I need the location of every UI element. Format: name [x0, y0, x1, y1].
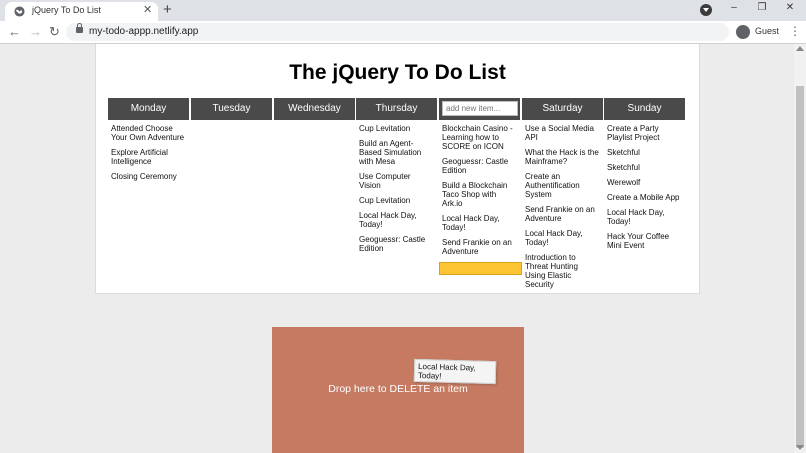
delete-zone-label: Drop here to DELETE an item [328, 383, 468, 395]
day-list [191, 120, 273, 124]
day-list [274, 120, 356, 124]
todo-item[interactable]: Cup Levitation [359, 196, 436, 205]
minimize-button[interactable]: – [724, 2, 744, 13]
todo-item[interactable]: Sketchful [607, 148, 684, 157]
day-column-saturday: Saturday Use a Social Media API What the … [522, 98, 604, 295]
todo-item[interactable]: Werewolf [607, 178, 684, 187]
todo-item[interactable]: Explore Artificial Intelligence [111, 148, 188, 166]
todo-item[interactable]: Introduction to Threat Hunting Using Ela… [525, 253, 602, 289]
delete-drop-zone[interactable]: Drop here to DELETE an item [272, 327, 524, 453]
day-list: Attended Choose Your Own Adventure Explor… [108, 120, 190, 181]
profile-label: Guest [755, 26, 780, 36]
day-column-sunday: Sunday Create a Party Playlist Project Sk… [604, 98, 686, 256]
todo-item[interactable]: Create a Mobile App [607, 193, 684, 202]
todo-item[interactable]: Closing Ceremony [111, 172, 188, 181]
restore-button[interactable]: ❐ [752, 2, 772, 13]
day-list: Cup Levitation Build an Agent-Based Simul… [356, 120, 438, 253]
dragging-todo-item[interactable]: Local Hack Day, Today! [413, 358, 497, 385]
day-header: Saturday [522, 98, 604, 120]
todo-item[interactable]: Send Frankie on an Adventure [525, 205, 602, 223]
todo-item[interactable]: Cup Levitation [359, 124, 436, 133]
todo-item[interactable]: Geoguessr: Castle Edition [359, 235, 436, 253]
todo-item[interactable]: Local Hack Day, Today! [442, 214, 519, 232]
todo-item[interactable]: Local Hack Day, Today! [525, 229, 602, 247]
address-bar[interactable]: my-todo-appp.netlify.app [66, 23, 729, 41]
new-tab-button[interactable]: + [163, 1, 172, 19]
vertical-scrollbar[interactable] [794, 44, 806, 453]
day-column-tuesday: Tuesday [191, 98, 273, 124]
todo-item[interactable]: Use a Social Media API [525, 124, 602, 142]
todo-item[interactable]: Local Hack Day, Today! [607, 208, 684, 226]
todo-item[interactable]: Geoguessr: Castle Edition [442, 157, 519, 175]
day-column-thursday: Thursday Cup Levitation Build an Agent-Ba… [356, 98, 438, 259]
forward-icon[interactable]: → [29, 24, 42, 39]
todo-item[interactable]: Hack Your Coffee Mini Event [607, 232, 684, 250]
browser-toolbar: ← → ↻ my-todo-appp.netlify.app Guest ⋮ [0, 21, 806, 44]
url-text: my-todo-appp.netlify.app [89, 26, 199, 37]
day-list: Use a Social Media API What the Hack is t… [522, 120, 604, 289]
todo-item[interactable]: Build a Blockchain Taco Shop with Ark.io [442, 181, 519, 208]
add-item-input[interactable] [442, 101, 518, 116]
scroll-down-icon[interactable] [796, 445, 804, 450]
day-header: Tuesday [191, 98, 273, 120]
window-close-button[interactable]: ✕ [780, 2, 800, 13]
page-viewport: The jQuery To Do List Monday Attended Ch… [0, 44, 794, 453]
todo-item[interactable]: Use Computer Vision [359, 172, 436, 190]
todo-item[interactable]: Sketchful [607, 163, 684, 172]
page-title: The jQuery To Do List [289, 61, 506, 84]
day-list: Blockchain Casino - Learning how to SCOR… [439, 120, 521, 256]
todo-item[interactable]: Build an Agent-Based Simulation with Mes… [359, 139, 436, 166]
globe-icon [14, 6, 25, 17]
todo-item[interactable]: Create a Party Playlist Project [607, 124, 684, 142]
drop-placeholder [439, 262, 522, 275]
day-header: Monday [108, 98, 190, 120]
day-column-monday: Monday Attended Choose Your Own Adventur… [108, 98, 190, 187]
day-header-input-cell [439, 98, 521, 120]
scroll-up-icon[interactable] [796, 46, 804, 51]
day-list: Create a Party Playlist Project Sketchful… [604, 120, 686, 250]
menu-icon[interactable]: ⋮ [789, 24, 801, 38]
day-header: Sunday [604, 98, 686, 120]
tab-search-icon[interactable] [700, 4, 712, 16]
reload-icon[interactable]: ↻ [49, 24, 60, 40]
day-header: Thursday [356, 98, 438, 120]
browser-tab[interactable]: jQuery To Do List ✕ [5, 2, 158, 21]
tab-title: jQuery To Do List [32, 5, 101, 15]
lock-icon [76, 23, 83, 33]
todo-item[interactable]: Local Hack Day, Today! [359, 211, 436, 229]
tab-strip: jQuery To Do List ✕ + – ❐ ✕ [0, 0, 806, 21]
day-column-wednesday: Wednesday [274, 98, 356, 124]
todo-item[interactable]: Create an Authentification System [525, 172, 602, 199]
todo-item[interactable]: Attended Choose Your Own Adventure [111, 124, 188, 142]
todo-item[interactable]: What the Hack is the Mainframe? [525, 148, 602, 166]
tab-close-icon[interactable]: ✕ [143, 3, 152, 16]
day-header: Wednesday [274, 98, 356, 120]
todo-item[interactable]: Blockchain Casino - Learning how to SCOR… [442, 124, 519, 151]
todo-item[interactable]: Send Frankie on an Adventure [442, 238, 519, 256]
scrollbar-thumb[interactable] [796, 86, 804, 448]
day-column-friday: Blockchain Casino - Learning how to SCOR… [439, 98, 522, 275]
avatar-icon [736, 25, 750, 39]
back-icon[interactable]: ← [8, 24, 21, 39]
